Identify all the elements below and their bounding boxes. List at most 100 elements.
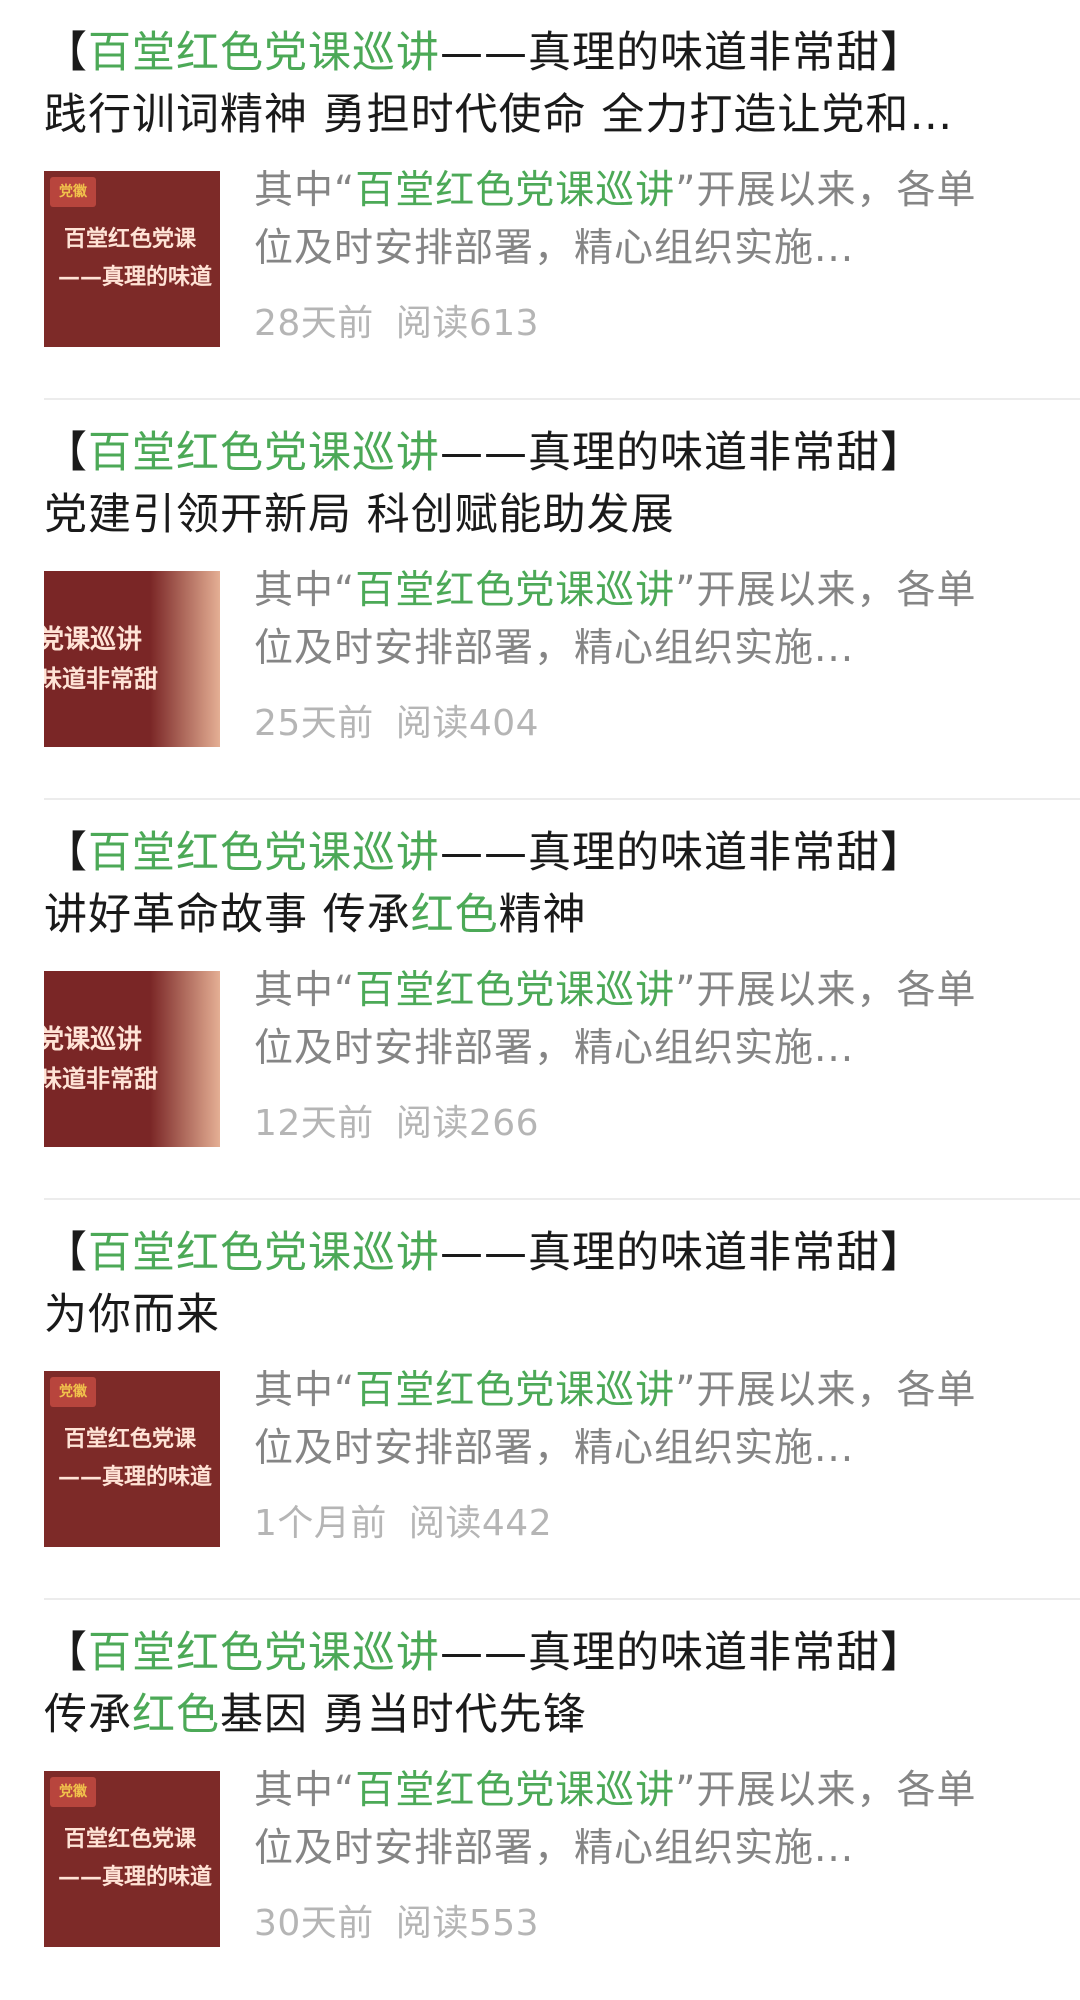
article-item[interactable]: 【百堂红色党课巡讲——真理的味道非常甜】 为你而来 党徽 百堂红色党课 ——真理的味道其… <box>0 1200 1080 1600</box>
summary-line-1: 其中“百堂红色党课巡讲”开展以来，各单 <box>254 1762 1034 1820</box>
publish-time: 28天前 <box>254 303 374 344</box>
summary-line-1: 其中“百堂红色党课巡讲”开展以来，各单 <box>254 962 1034 1020</box>
read-count: 阅读553 <box>395 1903 540 1944</box>
subtitle-text: 践行训词精神 勇担时代使命 全力打造让党和… <box>44 90 954 140</box>
publish-time: 1个月前 <box>254 1503 387 1544</box>
title-highlight: 百堂红色党课巡讲 <box>88 828 440 878</box>
summary-highlight: 百堂红色党课巡讲 <box>355 1768 676 1813</box>
article-meta: 1个月前 阅读442 <box>254 1494 552 1546</box>
article-title[interactable]: 【百堂红色党课巡讲——真理的味道非常甜】为你而来 <box>44 1222 1044 1346</box>
article-item[interactable]: 【百堂红色党课巡讲——真理的味道非常甜】 传承红色基因 勇当时代先锋 党徽 百堂红色党… <box>0 1600 1080 2000</box>
summary-prefix: 其中“ <box>254 168 356 213</box>
summary-suffix: ”开展以来，各单 <box>675 1368 977 1413</box>
subtitle-highlight: 红色 <box>410 890 499 940</box>
article-meta: 25天前 阅读404 <box>254 694 539 746</box>
article-item[interactable]: 【百堂红色党课巡讲——真理的味道非常甜】践行训词精神 勇担时代使命 全力打造让党… <box>0 0 1080 400</box>
summary-prefix: 其中“ <box>254 1368 356 1413</box>
thumbnail-text-line-1: 党课巡讲 <box>44 1025 143 1055</box>
thumbnail-text-line-2: 味道非常甜 <box>44 664 158 693</box>
summary-line-2: 位及时安排部署，精心组织实施... <box>254 1426 855 1471</box>
thumbnail-text-line-1: 百堂红色党课 <box>64 1426 197 1452</box>
article-title[interactable]: 【百堂红色党课巡讲——真理的味道非常甜】 传承红色基因 勇当时代先锋 <box>44 1622 1044 1746</box>
title-highlight: 百堂红色党课巡讲 <box>88 1228 440 1278</box>
title-line-2: 传承红色基因 勇当时代先锋 <box>44 1684 1044 1746</box>
publish-time: 30天前 <box>254 1903 374 1944</box>
article-item[interactable]: 【百堂红色党课巡讲 ——真理的味道非常甜】党建引领开新局 科创赋能助发展党课巡讲味… <box>0 400 1080 800</box>
thumbnail-text-line-2: ——真理的味道 <box>58 1864 213 1890</box>
summary-line-2: 位及时安排部署，精心组织实施... <box>254 626 855 671</box>
article-summary: 其中“百堂红色党课巡讲”开展以来，各单位及时安排部署，精心组织实施... <box>254 1362 1034 1478</box>
summary-line-2: 位及时安排部署，精心组织实施... <box>254 1826 855 1871</box>
title-prefix: 【 <box>44 1228 88 1278</box>
article-summary: 其中“百堂红色党课巡讲”开展以来，各单位及时安排部署，精心组织实施... <box>254 1762 1034 1878</box>
summary-line-2: 位及时安排部署，精心组织实施... <box>254 1026 855 1071</box>
article-summary: 其中“百堂红色党课巡讲”开展以来，各单位及时安排部署，精心组织实施... <box>254 162 1034 278</box>
article-meta: 12天前 阅读266 <box>254 1094 539 1146</box>
title-prefix: 【 <box>44 1628 88 1678</box>
thumbnail-text-line-1: 百堂红色党课 <box>64 226 197 252</box>
article-thumbnail[interactable]: 党徽 百堂红色党课 ——真理的味道 <box>44 171 220 347</box>
title-line-2: 为你而来 <box>44 1284 1044 1346</box>
article-title[interactable]: 【百堂红色党课巡讲——真理的味道非常甜】 党建引领开新局 科创赋能助发展 <box>44 422 1044 546</box>
summary-suffix: ”开展以来，各单 <box>675 568 977 613</box>
title-suffix: ——真理的味道非常甜】 <box>440 1628 924 1678</box>
summary-line-2: 位及时安排部署，精心组织实施... <box>254 226 855 271</box>
title-line-1: 【百堂红色党课巡讲——真理的味道非常甜】 <box>44 22 1044 84</box>
title-line-1: 【百堂红色党课巡讲——真理的味道非常甜】 <box>44 822 1044 884</box>
summary-line-1: 其中“百堂红色党课巡讲”开展以来，各单 <box>254 162 1034 220</box>
thumbnail-light-effect <box>150 571 220 747</box>
subtitle-text: 为你而来 <box>44 1290 220 1340</box>
summary-suffix: ”开展以来，各单 <box>675 968 977 1013</box>
article-item[interactable]: 【百堂红色党课巡讲——真理的味道非常甜】 讲好革命故事 传承红色精神 党课巡讲 味道非… <box>0 800 1080 1200</box>
summary-line-1: 其中“百堂红色党课巡讲”开展以来，各单 <box>254 1362 1034 1420</box>
subtitle-text: 基因 勇当时代先锋 <box>220 1690 587 1740</box>
subtitle-text: 传承 <box>44 1690 132 1740</box>
publish-time: 12天前 <box>254 1103 374 1144</box>
article-thumbnail[interactable]: 党课巡讲 味道非常甜 <box>44 571 220 747</box>
title-highlight: 百堂红色党课巡讲 <box>88 1628 440 1678</box>
thumbnail-text-line-2: ——真理的味道 <box>58 1464 213 1490</box>
summary-highlight: 百堂红色党课巡讲 <box>355 968 676 1013</box>
article-summary: 其中“百堂红色党课巡讲”开展以来，各单位及时安排部署，精心组织实施... <box>254 962 1034 1078</box>
title-suffix: ——真理的味道非常甜】 <box>440 828 924 878</box>
subtitle-text: 讲好革命故事 传承 <box>44 890 411 940</box>
thumbnail-light-effect <box>150 971 220 1147</box>
thumbnail-text-line-1: 百堂红色党课 <box>64 1826 197 1852</box>
subtitle-highlight: 红色 <box>132 1690 220 1740</box>
read-count: 阅读404 <box>395 703 540 744</box>
article-meta: 30天前 阅读553 <box>254 1894 539 1946</box>
summary-highlight: 百堂红色党课巡讲 <box>355 568 676 613</box>
thumbnail-text-line-1: 党课巡讲 <box>44 625 143 655</box>
read-count: 阅读613 <box>395 303 540 344</box>
summary-line-1: 其中“百堂红色党课巡讲”开展以来，各单 <box>254 562 1034 620</box>
title-prefix: 【 <box>44 828 88 878</box>
title-suffix: ——真理的味道非常甜】 <box>440 1228 924 1278</box>
title-prefix: 【 <box>44 28 88 78</box>
title-line-2: 讲好革命故事 传承红色精神 <box>44 884 1044 946</box>
article-thumbnail[interactable]: 党课巡讲 味道非常甜 <box>44 971 220 1147</box>
title-suffix: ——真理的味道非常甜】 <box>440 428 924 478</box>
summary-prefix: 其中“ <box>254 968 356 1013</box>
summary-highlight: 百堂红色党课巡讲 <box>355 168 676 213</box>
article-thumbnail[interactable]: 党徽 百堂红色党课 ——真理的味道 <box>44 1371 220 1547</box>
article-meta: 28天前 阅读613 <box>254 294 539 346</box>
party-emblem-icon: 党徽 <box>50 1777 96 1807</box>
title-line-1: 【百堂红色党课巡讲——真理的味道非常甜】 <box>44 1222 1044 1284</box>
title-highlight: 百堂红色党课巡讲 <box>88 28 440 78</box>
summary-suffix: ”开展以来，各单 <box>675 168 977 213</box>
thumbnail-text-line-2: ——真理的味道 <box>58 264 213 290</box>
thumbnail-text-line-2: 味道非常甜 <box>44 1064 158 1093</box>
article-summary: 其中“百堂红色党课巡讲”开展以来，各单位及时安排部署，精心组织实施... <box>254 562 1034 678</box>
title-line-2: 党建引领开新局 科创赋能助发展 <box>44 484 1044 546</box>
title-line-2: 践行训词精神 勇担时代使命 全力打造让党和… <box>44 84 1044 146</box>
article-list: 【百堂红色党课巡讲——真理的味道非常甜】 践行训词精神 勇担时代使命 全力打造让党… <box>0 0 1080 1997</box>
title-prefix: 【 <box>44 428 88 478</box>
article-title[interactable]: 【百堂红色党课巡讲——真理的味道非常甜】践行训词精神 勇担时代使命 全力打造让党… <box>44 22 1044 146</box>
title-line-1: 【百堂红色党课巡讲——真理的味道非常甜】 <box>44 1622 1044 1684</box>
article-title[interactable]: 【百堂红色党课巡讲——真理的味道非常甜】 讲好革命故事 传承红色精神 <box>44 822 1044 946</box>
article-thumbnail[interactable]: 党徽百堂红色党课 ——真理的味道 <box>44 1771 220 1947</box>
summary-highlight: 百堂红色党课巡讲 <box>355 1368 676 1413</box>
read-count: 阅读266 <box>395 1103 540 1144</box>
summary-prefix: 其中“ <box>254 568 356 613</box>
summary-prefix: 其中“ <box>254 1768 356 1813</box>
